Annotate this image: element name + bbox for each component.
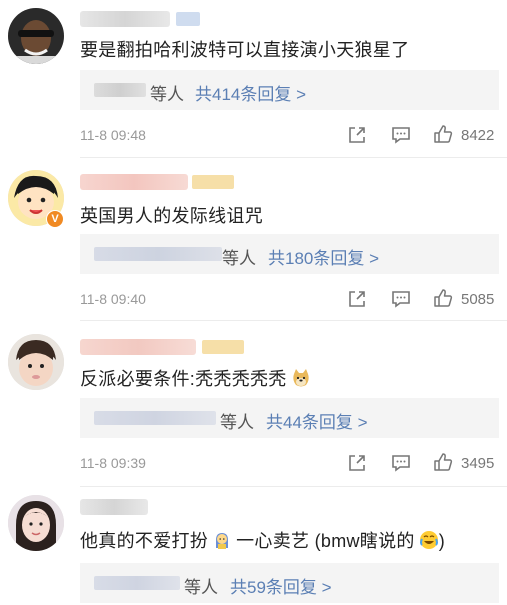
like-icon[interactable] xyxy=(433,452,453,472)
comment-text-content: 反派必要条件:秃秃秃秃秃 xyxy=(80,369,287,389)
comment-icon[interactable] xyxy=(391,453,411,473)
doge-emoji xyxy=(292,369,309,387)
comment-text: 要是翻拍哈利波特可以直接演小天狼星了 xyxy=(80,40,410,60)
comment-text-part1: 他真的不爱打扮 xyxy=(80,531,209,551)
like-count: 3495 xyxy=(461,455,495,472)
comment-text: 反派必要条件:秃秃秃秃秃 xyxy=(80,365,311,391)
replier-blurred xyxy=(94,411,216,425)
comment-text: 英国男人的发际线诅咒 xyxy=(80,206,263,226)
reply-preview[interactable]: 等人 共44条回复 > xyxy=(80,398,499,438)
view-replies-link[interactable]: 共414条回复 > xyxy=(195,80,306,105)
replier-suffix: 等人 xyxy=(220,413,254,432)
share-icon[interactable] xyxy=(347,289,367,309)
username-blurred[interactable] xyxy=(80,11,170,27)
like-count: 5085 xyxy=(461,291,495,308)
view-replies-link[interactable]: 共44条回复 > xyxy=(266,408,368,433)
user-tag-blurred xyxy=(202,340,244,354)
user-avatar[interactable] xyxy=(8,8,64,64)
divider xyxy=(80,486,507,487)
replier-suffix: 等人 xyxy=(150,85,184,104)
replier-blurred xyxy=(94,576,180,590)
user-avatar[interactable] xyxy=(8,495,64,551)
like-icon[interactable] xyxy=(433,288,453,308)
share-icon[interactable] xyxy=(347,125,367,145)
reply-preview[interactable]: 等人 共414条回复 > xyxy=(80,70,499,110)
username-blurred[interactable] xyxy=(80,499,148,515)
comment-item: 要是翻拍哈利波特可以直接演小天狼星了 等人 共414条回复 > 11-8 09:… xyxy=(0,0,507,160)
divider xyxy=(80,157,507,158)
sweat-emoji xyxy=(216,533,229,549)
username-blurred[interactable] xyxy=(80,174,188,190)
replier-suffix: 等人 xyxy=(184,578,218,597)
view-replies-link[interactable]: 共59条回复 > xyxy=(230,573,332,598)
replier-blurred xyxy=(94,247,222,261)
comment-item: 反派必要条件:秃秃秃秃秃 等人 共44条回复 > 11-8 09:39 3495 xyxy=(0,328,507,488)
like-icon[interactable] xyxy=(433,124,453,144)
laugh-cry-emoji xyxy=(419,531,438,549)
like-count: 8422 xyxy=(461,127,495,144)
comment-icon[interactable] xyxy=(391,289,411,309)
user-tag-blurred xyxy=(192,175,234,189)
comment-item: 他真的不爱打扮 一心卖艺 (bmw瞎说的 ) 等人 共59条回复 > xyxy=(0,490,507,605)
user-avatar[interactable] xyxy=(8,334,64,390)
reply-preview[interactable]: 等人 共59条回复 > xyxy=(80,563,499,603)
divider xyxy=(80,320,507,321)
replier-suffix: 等人 xyxy=(222,249,256,268)
comment-time: 11-8 09:48 xyxy=(80,127,146,143)
comment-time: 11-8 09:40 xyxy=(80,291,146,307)
replier-blurred xyxy=(94,83,146,97)
comment-time: 11-8 09:39 xyxy=(80,455,146,471)
share-icon[interactable] xyxy=(347,453,367,473)
comment-text-part2: 一心卖艺 (bmw瞎说的 xyxy=(236,531,415,551)
comment-text-part3: ) xyxy=(438,531,446,551)
comment-icon[interactable] xyxy=(391,125,411,145)
verified-badge: V xyxy=(46,210,64,228)
comment-item: V 英国男人的发际线诅咒 等人 共180条回复 > 11-8 09:40 508… xyxy=(0,164,507,328)
view-replies-link[interactable]: 共180条回复 > xyxy=(268,244,379,269)
username-blurred[interactable] xyxy=(80,339,196,355)
comment-text: 他真的不爱打扮 一心卖艺 (bmw瞎说的 ) xyxy=(80,527,445,553)
user-tag-blurred xyxy=(176,12,200,26)
reply-preview[interactable]: 等人 共180条回复 > xyxy=(80,234,499,274)
